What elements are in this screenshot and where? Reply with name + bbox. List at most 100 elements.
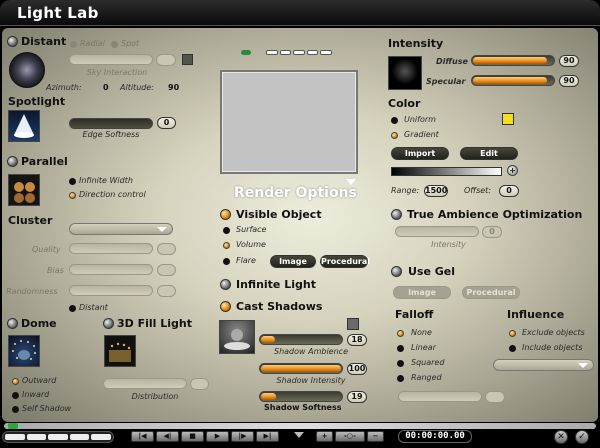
distant-toggle[interactable] [7, 36, 18, 47]
diffuse-slider[interactable] [471, 55, 555, 66]
transport-menu-arrow-icon[interactable] [294, 432, 304, 438]
key-slot-4[interactable] [69, 434, 90, 440]
surface-radio[interactable] [223, 227, 230, 234]
dome-toggle[interactable] [7, 318, 18, 329]
color-swatch[interactable] [502, 113, 514, 125]
edit-button[interactable]: Edit [460, 147, 518, 160]
remove-key-button[interactable]: − [367, 431, 384, 442]
step-forward-button[interactable]: |▶ [231, 431, 254, 442]
flare-image-button[interactable]: Image [270, 255, 316, 268]
preview-mode-3[interactable] [293, 50, 305, 55]
falloff-linear-radio[interactable] [397, 345, 404, 352]
shadow-intensity-slider[interactable] [259, 363, 343, 374]
shadow-softness-value[interactable]: 19 [347, 391, 367, 403]
gradient-bar[interactable] [391, 167, 502, 176]
quality-slider[interactable] [69, 243, 153, 254]
preview-mode-1[interactable] [266, 50, 278, 55]
distribution-value[interactable] [190, 378, 209, 390]
gel-procedural-button[interactable]: Procedural [462, 286, 520, 299]
influence-dropdown[interactable] [493, 359, 594, 371]
bias-slider[interactable] [69, 264, 153, 275]
gradient-radio[interactable] [391, 132, 398, 139]
shadow-softness-slider[interactable] [259, 391, 343, 402]
import-button[interactable]: Import [391, 147, 449, 160]
specular-slider[interactable] [471, 75, 555, 86]
range-value[interactable]: 1500 [424, 185, 448, 197]
edge-softness-value[interactable]: 0 [157, 117, 176, 129]
uniform-radio[interactable] [391, 117, 398, 124]
timecode-display[interactable]: 00:00:00.00 [398, 430, 472, 443]
falloff-range-value[interactable] [485, 391, 505, 403]
tao-intensity-value[interactable]: 0 [482, 226, 502, 238]
azimuth-value[interactable]: 0 [103, 83, 109, 92]
preview-mode-5[interactable] [320, 50, 332, 55]
key-slot-1[interactable] [5, 434, 25, 440]
shadow-ambience-slider[interactable] [259, 334, 343, 345]
parallel-light-icon[interactable] [8, 174, 40, 206]
randomness-slider[interactable] [69, 285, 153, 296]
infinite-light-toggle[interactable] [220, 279, 231, 290]
preview-mode-buttons[interactable] [266, 50, 332, 55]
true-ambience-toggle[interactable] [391, 209, 402, 220]
cast-shadows-toggle[interactable] [220, 301, 231, 312]
flare-procedural-button[interactable]: Procedural [320, 255, 370, 268]
key-slot-3[interactable] [48, 434, 68, 440]
distant-radio[interactable] [69, 305, 76, 312]
flare-radio[interactable] [223, 258, 230, 265]
randomness-value[interactable] [157, 285, 176, 297]
falloff-range-slider[interactable] [398, 391, 482, 402]
diffuse-value[interactable]: 90 [559, 55, 579, 67]
timeline-playhead[interactable] [8, 423, 18, 429]
dome-light-icon[interactable] [8, 335, 40, 367]
go-to-end-button[interactable]: ▶| [256, 431, 279, 442]
direction-control-radio[interactable] [69, 192, 76, 199]
falloff-none-radio[interactable] [397, 330, 404, 337]
ok-button[interactable]: ✓ [575, 430, 589, 444]
gel-image-button[interactable]: Image [393, 286, 451, 299]
bias-value[interactable] [157, 264, 176, 276]
falloff-ranged-radio[interactable] [397, 375, 404, 382]
go-to-start-button[interactable]: |◀ [131, 431, 154, 442]
timeline-scrubber[interactable] [4, 423, 596, 429]
preview-mode-4[interactable] [306, 50, 319, 55]
cluster-dropdown[interactable] [69, 223, 173, 235]
spot-radio[interactable] [111, 41, 118, 48]
include-objects-radio[interactable] [509, 345, 516, 352]
render-preview[interactable] [220, 70, 358, 174]
altitude-value[interactable]: 90 [168, 83, 179, 92]
exclude-objects-radio[interactable] [509, 330, 516, 337]
visible-object-toggle[interactable] [220, 209, 231, 220]
outward-radio[interactable] [12, 378, 19, 385]
specular-value[interactable]: 90 [559, 75, 579, 87]
distribution-slider[interactable] [103, 378, 187, 389]
sky-interaction-value[interactable] [156, 54, 176, 66]
inward-radio[interactable] [12, 392, 19, 399]
keyframe-strip[interactable] [2, 431, 114, 443]
fill-light-toggle[interactable] [103, 318, 114, 329]
shadow-preview-icon[interactable] [219, 320, 255, 354]
volume-radio[interactable] [223, 242, 230, 249]
stop-button[interactable]: ■ [181, 431, 204, 442]
offset-value[interactable]: 0 [499, 185, 519, 197]
key-icon[interactable]: -○- [335, 431, 365, 442]
play-button[interactable]: ▶ [206, 431, 229, 442]
shadow-intensity-value[interactable]: 100 [347, 363, 367, 375]
quality-value[interactable] [157, 243, 176, 255]
preview-mode-2[interactable] [279, 50, 292, 55]
shadow-ambience-value[interactable]: 18 [347, 334, 367, 346]
step-back-button[interactable]: ◀| [156, 431, 179, 442]
shadow-color-swatch[interactable] [347, 318, 359, 330]
title-bar[interactable]: Light Lab [0, 0, 600, 26]
infinite-width-radio[interactable] [69, 178, 76, 185]
use-gel-toggle[interactable] [391, 266, 402, 277]
radial-radio[interactable] [70, 41, 77, 48]
add-key-button[interactable]: + [316, 431, 333, 442]
sky-color-swatch[interactable] [182, 54, 193, 65]
self-shadow-radio[interactable] [12, 406, 19, 413]
sky-interaction-slider[interactable] [69, 54, 153, 65]
parallel-toggle[interactable] [7, 156, 18, 167]
cancel-button[interactable]: ✕ [554, 430, 568, 444]
falloff-squared-radio[interactable] [397, 360, 404, 367]
edge-softness-slider[interactable] [69, 118, 153, 129]
fill-light-icon[interactable] [104, 335, 136, 367]
